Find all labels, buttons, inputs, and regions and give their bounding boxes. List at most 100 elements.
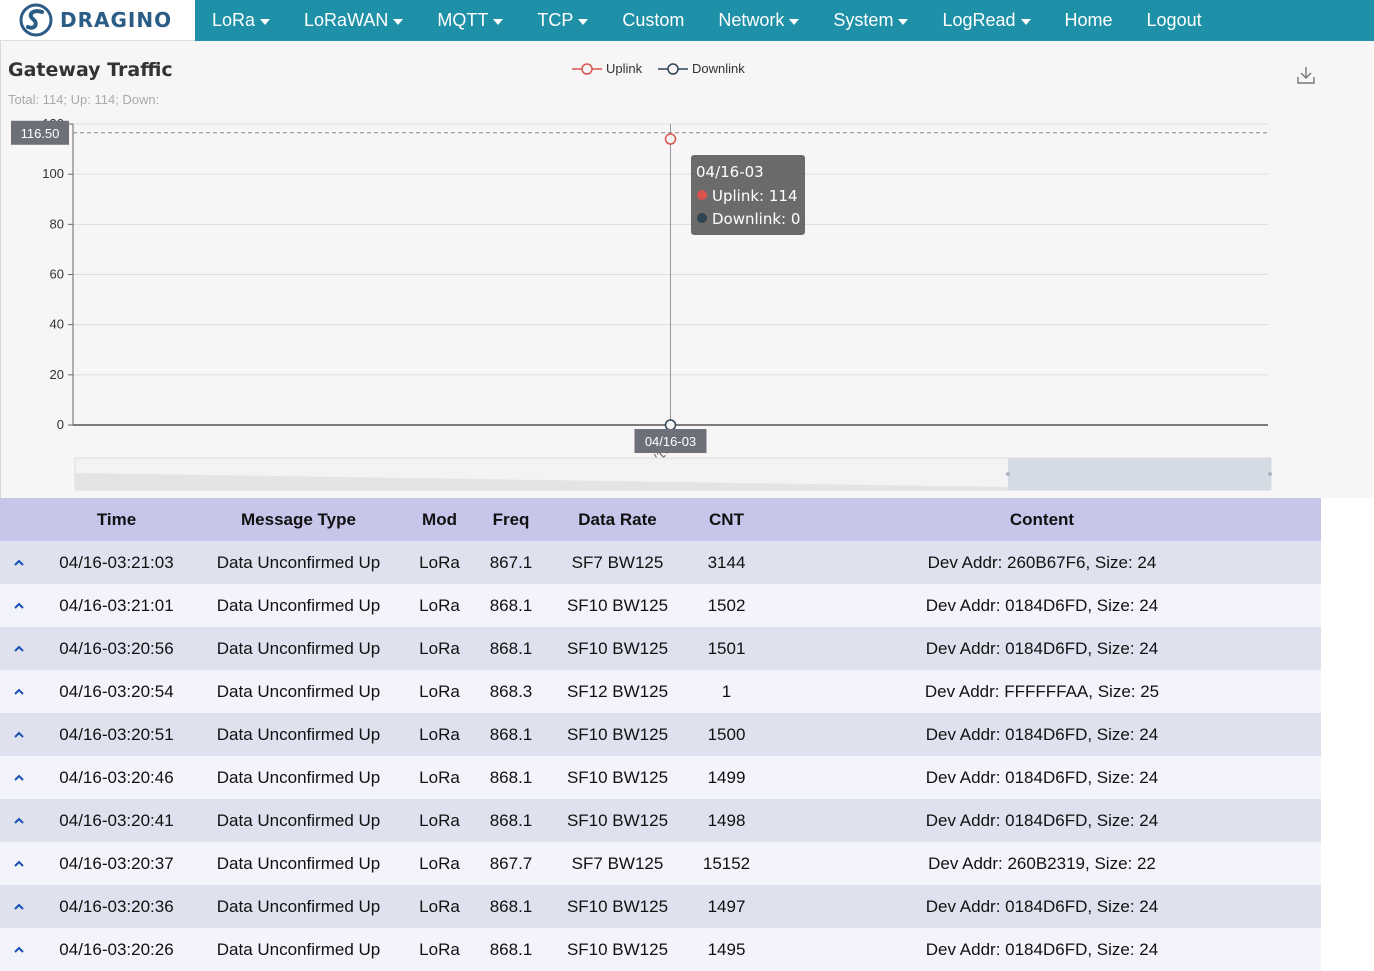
nav-item-system[interactable]: System [816, 0, 925, 41]
cell-mod: LoRa [419, 638, 460, 658]
cell-content: Dev Addr: 0184D6FD, Size: 24 [925, 939, 1159, 959]
cell-content: Dev Addr: 0184D6FD, Size: 24 [925, 896, 1159, 916]
y-tick-label: 0 [57, 417, 64, 432]
cell-time: 04/16-03:21:01 [59, 595, 174, 615]
cell-data-rate: SF10 BW125 [566, 767, 669, 787]
data-point-uplink[interactable] [664, 133, 677, 145]
table-row[interactable]: 04/16-03:21:01 Data Unconfirmed Up LoRa 868… [0, 584, 1321, 627]
cell-freq: 868.1 [489, 767, 533, 787]
table-row[interactable]: 04/16-03:21:03 Data Unconfirmed Up LoRa 867… [0, 541, 1321, 584]
cell-time: 04/16-03:20:36 [59, 896, 174, 916]
cell-message-type: Data Unconfirmed Up [216, 853, 381, 873]
cell-data-rate: SF10 BW125 [566, 724, 669, 744]
tooltip-downlink-dot [697, 213, 707, 223]
nav-item-logread[interactable]: LogRead [925, 0, 1047, 41]
table-row[interactable]: 04/16-03:20:37 Data Unconfirmed Up LoRa 867… [0, 842, 1321, 885]
brand-logo[interactable]: DRAGINO [0, 0, 195, 41]
table-row[interactable]: 04/16-03:20:46 Data Unconfirmed Up LoRa 868… [0, 756, 1321, 799]
cell-time: 04/16-03:21:03 [59, 552, 174, 572]
nav-item-label: LogRead [942, 10, 1016, 30]
table-row[interactable]: 04/16-03:20:54 Data Unconfirmed Up LoRa 868… [0, 670, 1321, 713]
caret-down-icon [493, 18, 504, 25]
nav-item-mqtt[interactable]: MQTT [420, 0, 520, 41]
traffic-chart: 020406080100120116.5004/16-0304/16-0304/… [11, 116, 1272, 491]
cell-freq: 868.1 [489, 810, 533, 830]
cell-data-rate: SF7 BW125 [571, 552, 664, 572]
cell-content: Dev Addr: 0184D6FD, Size: 24 [925, 595, 1159, 615]
crosshair-x-label: 04/16-03 [645, 434, 696, 449]
uplink-arrow-icon [0, 858, 38, 870]
cell-data-rate: SF7 BW125 [571, 853, 664, 873]
y-tick-label: 60 [50, 267, 64, 282]
nav-item-label: LoRaWAN [304, 10, 389, 30]
cell-data-rate: SF10 BW125 [566, 595, 669, 615]
nav-item-label: Home [1064, 10, 1113, 30]
crosshair-y-label: 116.50 [21, 126, 60, 141]
cell-content: Dev Addr: 0184D6FD, Size: 24 [925, 724, 1159, 744]
data-zoom-selection[interactable] [1008, 458, 1271, 490]
nav-item-label: Logout [1146, 10, 1202, 30]
uplink-arrow-icon [0, 557, 38, 569]
cell-message-type: Data Unconfirmed Up [216, 810, 381, 830]
uplink-arrow-icon [0, 729, 38, 741]
table-row[interactable]: 04/16-03:20:51 Data Unconfirmed Up LoRa 868… [0, 713, 1321, 756]
uplink-arrow-icon [0, 643, 38, 655]
cell-time: 04/16-03:20:37 [59, 853, 174, 873]
nav-item-label: LoRa [212, 10, 256, 30]
data-zoom-handle-left[interactable] [1006, 472, 1010, 476]
table-row[interactable]: 04/16-03:20:26 Data Unconfirmed Up LoRa 868… [0, 928, 1321, 971]
data-zoom-handle-right[interactable] [1268, 472, 1272, 476]
cell-data-rate: SF12 BW125 [566, 681, 669, 701]
cell-time: 04/16-03:20:41 [59, 810, 174, 830]
y-tick-label: 80 [50, 216, 64, 231]
packet-log-table: Time Message Type Mod Freq Data Rate CNT Conte… [0, 498, 1321, 971]
nav-item-lorawan[interactable]: LoRaWAN [287, 0, 420, 41]
cell-time: 04/16-03:20:54 [59, 681, 174, 701]
table-row[interactable]: 04/16-03:20:36 Data Unconfirmed Up LoRa 868… [0, 885, 1321, 928]
cell-freq: 868.1 [489, 638, 533, 658]
nav-item-home[interactable]: Home [1048, 0, 1130, 41]
cell-message-type: Data Unconfirmed Up [216, 896, 381, 916]
column-header-time: Time [96, 509, 137, 529]
dragino-logo-icon [19, 3, 53, 37]
cell-content: Dev Addr: 0184D6FD, Size: 24 [925, 638, 1159, 658]
y-tick-label: 20 [50, 367, 64, 382]
nav-item-logout[interactable]: Logout [1130, 0, 1219, 41]
cell-mod: LoRa [419, 939, 460, 959]
y-tick-label: 100 [42, 166, 64, 181]
caret-down-icon [260, 18, 271, 25]
cell-mod: LoRa [419, 724, 460, 744]
tooltip-uplink-dot [697, 190, 707, 200]
cell-message-type: Data Unconfirmed Up [216, 681, 381, 701]
cell-content: Dev Addr: 0184D6FD, Size: 24 [925, 810, 1159, 830]
caret-down-icon [1020, 18, 1031, 25]
cell-freq: 868.1 [489, 896, 533, 916]
nav-item-network[interactable]: Network [701, 0, 816, 41]
cell-message-type: Data Unconfirmed Up [216, 724, 381, 744]
uplink-arrow-icon [0, 901, 38, 913]
cell-freq: 868.1 [489, 595, 533, 615]
cell-mod: LoRa [419, 595, 460, 615]
nav-item-lora[interactable]: LoRa [195, 0, 287, 41]
nav-item-tcp[interactable]: TCP [520, 0, 605, 41]
cell-mod: LoRa [419, 896, 460, 916]
top-navbar: DRAGINO LoRa LoRaWAN MQTT TCP Custom Network S… [0, 0, 1374, 41]
tooltip-title: 04/16-03 [696, 163, 764, 181]
table-row[interactable]: 04/16-03:20:41 Data Unconfirmed Up LoRa 868… [0, 799, 1321, 842]
data-point-downlink[interactable] [664, 419, 677, 431]
cell-time: 04/16-03:20:51 [59, 724, 174, 744]
nav-item-custom[interactable]: Custom [605, 0, 701, 41]
y-tick-label: 40 [50, 317, 64, 332]
cell-message-type: Data Unconfirmed Up [216, 939, 381, 959]
caret-down-icon [898, 18, 909, 25]
cell-freq: 867.7 [489, 853, 533, 873]
table-header: Time Message Type Mod Freq Data Rate CNT Conte… [0, 498, 1321, 541]
uplink-arrow-icon [0, 686, 38, 698]
column-header-content: Content [1009, 509, 1075, 529]
cell-mod: LoRa [419, 810, 460, 830]
column-header-data-rate: Data Rate [578, 509, 657, 529]
cell-cnt: 1498 [707, 810, 746, 830]
cell-cnt: 1497 [707, 896, 746, 916]
nav-item-label: Custom [622, 10, 685, 30]
table-row[interactable]: 04/16-03:20:56 Data Unconfirmed Up LoRa 868… [0, 627, 1321, 670]
